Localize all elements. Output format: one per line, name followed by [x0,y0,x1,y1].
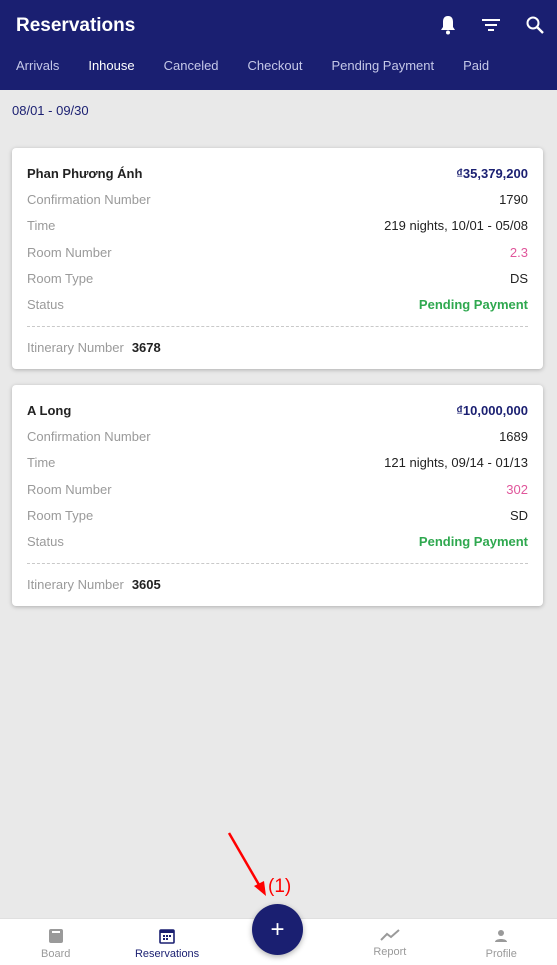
time-row: Time 219 nights, 10/01 - 05/08 [27,213,528,239]
room-type-value: DS [509,270,528,286]
room-number-row: Room Number 2.3 [27,239,528,265]
time-value: 219 nights, 10/01 - 05/08 [384,218,528,234]
status-row: Status Pending Payment [27,528,528,554]
nav-board-label: Board [41,948,71,960]
reservation-amount: ₫35,379,200 [456,165,528,181]
room-type-label: Room Type [27,507,94,523]
itinerary-label: Itinerary Number [27,577,124,593]
nav-report[interactable]: Report [334,919,445,965]
reservation-tabs: Arrivals Inhouse Canceled Checkout Pendi… [0,58,510,73]
app-header: Reservations Arrivals Inhouse Canceled C… [0,0,557,90]
confirmation-row: Confirmation Number 1790 [27,186,528,212]
annotation-arrow-icon [227,832,266,896]
time-label: Time [27,455,56,471]
confirmation-label: Confirmation Number [27,428,151,444]
reservation-card[interactable]: Phan Phương Ánh ₫35,379,200 Confirmation… [12,148,543,369]
card-header-row: A Long ₫10,000,000 [27,397,528,423]
filter-icon[interactable] [480,14,502,36]
guest-name: Phan Phương Ánh [27,165,143,181]
itinerary-value: 3678 [131,340,161,356]
room-number-label: Room Number [27,481,112,497]
tab-inhouse[interactable]: Inhouse [80,58,142,73]
confirmation-label: Confirmation Number [27,191,151,207]
nav-reservations-label: Reservations [134,948,200,960]
status-row: Status Pending Payment [27,291,528,317]
time-value: 121 nights, 09/14 - 01/13 [384,455,528,471]
room-type-row: Room Type DS [27,265,528,291]
tab-paid[interactable]: Paid [455,58,497,73]
room-number-value: 302 [506,481,528,497]
nav-profile[interactable]: Profile [446,919,557,965]
itinerary-label: Itinerary Number [27,340,124,356]
room-number-value: 2.3 [509,244,528,260]
room-number-row: Room Number 302 [27,476,528,502]
tab-checkout[interactable]: Checkout [240,58,311,73]
trend-icon [380,929,400,941]
status-badge: Pending Payment [418,297,528,313]
itinerary-row: Itinerary Number 3678 [27,327,528,369]
room-type-label: Room Type [27,270,94,286]
date-range[interactable]: 08/01 - 09/30 [12,103,89,118]
reservation-amount: ₫10,000,000 [456,402,528,418]
guest-name: A Long [27,402,72,418]
card-header-row: Phan Phương Ánh ₫35,379,200 [27,160,528,186]
confirmation-value: 1689 [499,428,528,444]
status-label: Status [27,534,64,550]
status-badge: Pending Payment [418,534,528,550]
tab-pending-payment[interactable]: Pending Payment [323,58,442,73]
tab-arrivals[interactable]: Arrivals [0,58,67,73]
time-row: Time 121 nights, 09/14 - 01/13 [27,450,528,476]
nav-board[interactable]: Board [0,919,111,965]
search-icon[interactable] [524,14,546,36]
board-icon [48,929,63,943]
plus-icon: + [270,915,285,943]
room-number-label: Room Number [27,244,112,260]
itinerary-row: Itinerary Number 3605 [27,564,528,606]
itinerary-value: 3605 [131,577,161,593]
bell-icon[interactable] [437,14,459,36]
tab-canceled[interactable]: Canceled [156,58,227,73]
person-icon [495,930,508,942]
calendar-icon [159,929,175,944]
reservation-card[interactable]: A Long ₫10,000,000 Confirmation Number 1… [12,385,543,606]
status-label: Status [27,297,64,313]
annotation-label: (1) [268,876,292,897]
room-type-value: SD [509,507,528,523]
confirmation-row: Confirmation Number 1689 [27,423,528,449]
room-type-row: Room Type SD [27,502,528,528]
add-reservation-button[interactable]: + [252,904,303,955]
nav-report-label: Report [373,946,407,958]
nav-profile-label: Profile [485,948,517,960]
page-title: Reservations [16,15,136,36]
nav-reservations[interactable]: Reservations [111,919,222,965]
confirmation-value: 1790 [499,191,528,207]
time-label: Time [27,218,56,234]
